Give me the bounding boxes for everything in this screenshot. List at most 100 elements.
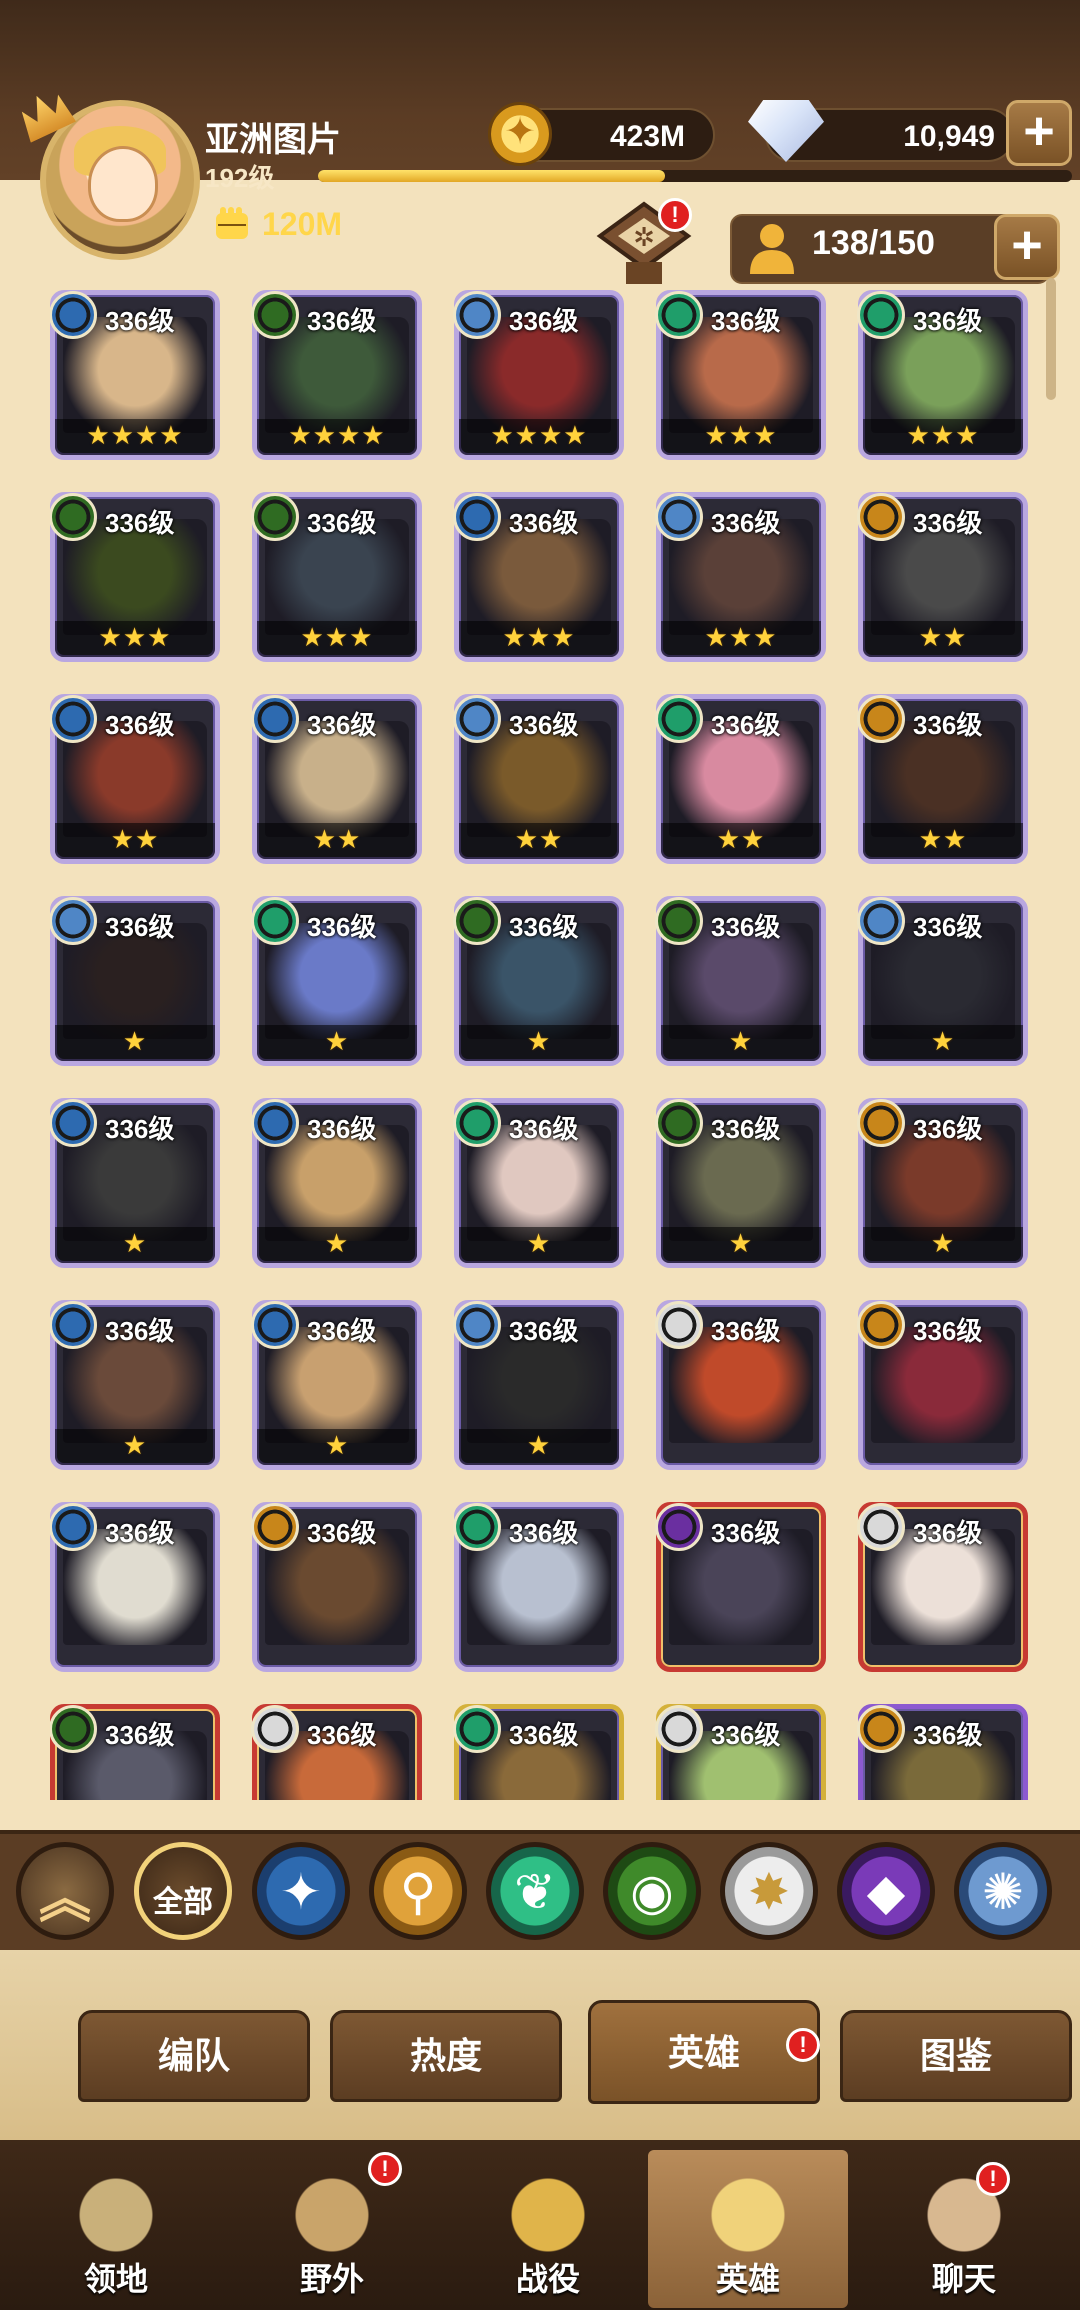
- hero-card[interactable]: 336级 ★: [453, 896, 624, 1066]
- lightbearer-faction-icon: [50, 1503, 97, 1551]
- hero-level: 336级: [307, 1316, 377, 1346]
- filter-dimensional-button[interactable]: ✺: [954, 1842, 1052, 1940]
- hero-stars: ★★: [312, 824, 362, 854]
- nav-label: 聊天: [931, 2261, 996, 2297]
- lightbearer-faction-icon: [251, 695, 299, 743]
- hero-card[interactable]: 336级 ★: [251, 896, 422, 1066]
- hero-card[interactable]: 336级: [251, 1502, 422, 1672]
- expand-hero-slots-button[interactable]: +: [994, 214, 1060, 280]
- map-scroll-icon: [282, 2160, 382, 2260]
- hero-level: 336级: [711, 710, 781, 740]
- hero-card[interactable]: 336级 ★★★★: [251, 290, 422, 460]
- hero-card[interactable]: 336级: [655, 1502, 826, 1672]
- hero-card[interactable]: 336级: [655, 1300, 826, 1470]
- graveborn-faction-icon: [251, 493, 299, 541]
- hero-card[interactable]: 336级: [453, 1502, 624, 1672]
- hero-card[interactable]: 336级 ★: [857, 1098, 1028, 1268]
- collapse-up-button[interactable]: [16, 1842, 114, 1940]
- mauler-icon: ⚲: [399, 1864, 437, 1920]
- graveborn-faction-icon: [655, 897, 703, 945]
- nav-map-scroll[interactable]: 野外: [232, 2150, 432, 2308]
- hero-helmet-icon: [698, 2160, 798, 2260]
- hero-card[interactable]: 336级 ★: [453, 1300, 624, 1470]
- hero-level: 336级: [307, 1114, 377, 1144]
- wilder-faction-icon: [453, 1503, 501, 1551]
- hero-card[interactable]: 336级 ★: [655, 1098, 826, 1268]
- mauler-faction-icon: [857, 1099, 905, 1147]
- hero-card[interactable]: 336级 ★★: [453, 694, 624, 864]
- hero-stars: ★: [728, 1228, 754, 1258]
- hero-card[interactable]: 336级 ★★: [857, 492, 1028, 662]
- hero-grid: 336级 ★★★★ 336级 ★★★★ 336级 ★★★★ 336级 ★★★ 336级 ★★★ 33…: [50, 290, 1050, 1800]
- hero-card[interactable]: 336级 ★★★: [251, 492, 422, 662]
- hero-card[interactable]: 336级 ★: [453, 1098, 624, 1268]
- hero-card[interactable]: 336级 ★★★: [857, 290, 1028, 460]
- hero-card[interactable]: 336级 ★★★★: [50, 290, 220, 460]
- hero-card[interactable]: 336级: [50, 1502, 220, 1672]
- hero-card[interactable]: 336级 ★★★: [50, 492, 220, 662]
- hero-card[interactable]: 336级 ★★★★: [453, 290, 624, 460]
- hero-card[interactable]: 336级 ★: [857, 896, 1028, 1066]
- hero-card[interactable]: 336级: [857, 1502, 1028, 1672]
- filter-all-button[interactable]: 全部: [134, 1842, 232, 1940]
- hero-level: 336级: [509, 1114, 579, 1144]
- hero-card[interactable]: 336级 ★★: [857, 694, 1028, 864]
- hero-card[interactable]: 336级 ★★: [251, 694, 422, 864]
- lightbearer-faction-icon: [251, 1099, 299, 1147]
- dimensional-faction-icon: [453, 695, 501, 743]
- hero-card[interactable]: 336级 ★: [251, 1300, 422, 1470]
- hero-card[interactable]: 336级 ★: [50, 1098, 220, 1268]
- nav-castle[interactable]: 领地: [16, 2150, 216, 2308]
- wilder-faction-icon: [453, 1099, 501, 1147]
- hero-card[interactable]: 336级 ★★★: [453, 492, 624, 662]
- hero-card[interactable]: 336级 ★: [655, 896, 826, 1066]
- mauler-faction-icon: [857, 1301, 905, 1349]
- filter-all-label: 全部: [153, 1886, 213, 1919]
- filter-hypogean-button[interactable]: ◆: [837, 1842, 935, 1940]
- hero-level: 336级: [307, 912, 377, 942]
- hero-grid-scrollbar[interactable]: [1046, 278, 1056, 400]
- tab-0[interactable]: 编队: [78, 2010, 310, 2102]
- tab-2[interactable]: 英雄: [588, 2000, 820, 2104]
- wilder-faction-icon: [453, 1705, 501, 1753]
- filter-wilder-button[interactable]: ❦: [486, 1842, 584, 1940]
- hero-stars: ★: [122, 1430, 148, 1460]
- celestial-faction-icon: [251, 1705, 299, 1753]
- graveborn-faction-icon: [50, 493, 97, 541]
- hero-stars: ★: [526, 1026, 552, 1056]
- nav-campaign-shield[interactable]: 战役: [448, 2150, 648, 2308]
- hero-stars: ★★: [918, 824, 968, 854]
- wilder-icon: ❦: [514, 1864, 556, 1920]
- nav-hero-helmet[interactable]: 英雄: [648, 2150, 848, 2308]
- filter-mauler-button[interactable]: ⚲: [369, 1842, 467, 1940]
- hero-level: 336级: [711, 306, 781, 336]
- hero-card[interactable]: 336级 ★: [50, 896, 220, 1066]
- hero-card[interactable]: 336级: [50, 1704, 220, 1800]
- tab-3[interactable]: 图鉴: [840, 2010, 1072, 2102]
- hero-card[interactable]: 336级: [857, 1704, 1028, 1800]
- nav-chat-bubble[interactable]: 聊天: [864, 2150, 1064, 2308]
- filter-celestial-button[interactable]: ✸: [720, 1842, 818, 1940]
- chat-alert-badge: !: [976, 2162, 1010, 2196]
- hero-card[interactable]: 336级: [857, 1300, 1028, 1470]
- mauler-faction-icon: [251, 1503, 299, 1551]
- graveborn-faction-icon: [50, 1705, 97, 1753]
- hero-card[interactable]: 336级 ★★: [655, 694, 826, 864]
- tab-1[interactable]: 热度: [330, 2010, 562, 2102]
- wilder-faction-icon: [655, 695, 703, 743]
- hero-card[interactable]: 336级: [655, 1704, 826, 1800]
- hero-card[interactable]: 336级: [251, 1704, 422, 1800]
- hero-card[interactable]: 336级 ★★: [50, 694, 220, 864]
- hero-card[interactable]: 336级 ★★★: [655, 492, 826, 662]
- hero-card[interactable]: 336级 ★★★: [655, 290, 826, 460]
- add-gems-button[interactable]: +: [1006, 100, 1072, 166]
- hero-level: 336级: [913, 1518, 983, 1548]
- hero-card[interactable]: 336级 ★: [50, 1300, 220, 1470]
- hero-level: 336级: [105, 508, 175, 538]
- hero-card[interactable]: 336级 ★: [251, 1098, 422, 1268]
- hero-level: 336级: [105, 1720, 175, 1750]
- filter-graveborn-button[interactable]: ◉: [603, 1842, 701, 1940]
- hero-level: 336级: [105, 306, 175, 336]
- hero-card[interactable]: 336级: [453, 1704, 624, 1800]
- filter-lightbearer-button[interactable]: ✦: [252, 1842, 350, 1940]
